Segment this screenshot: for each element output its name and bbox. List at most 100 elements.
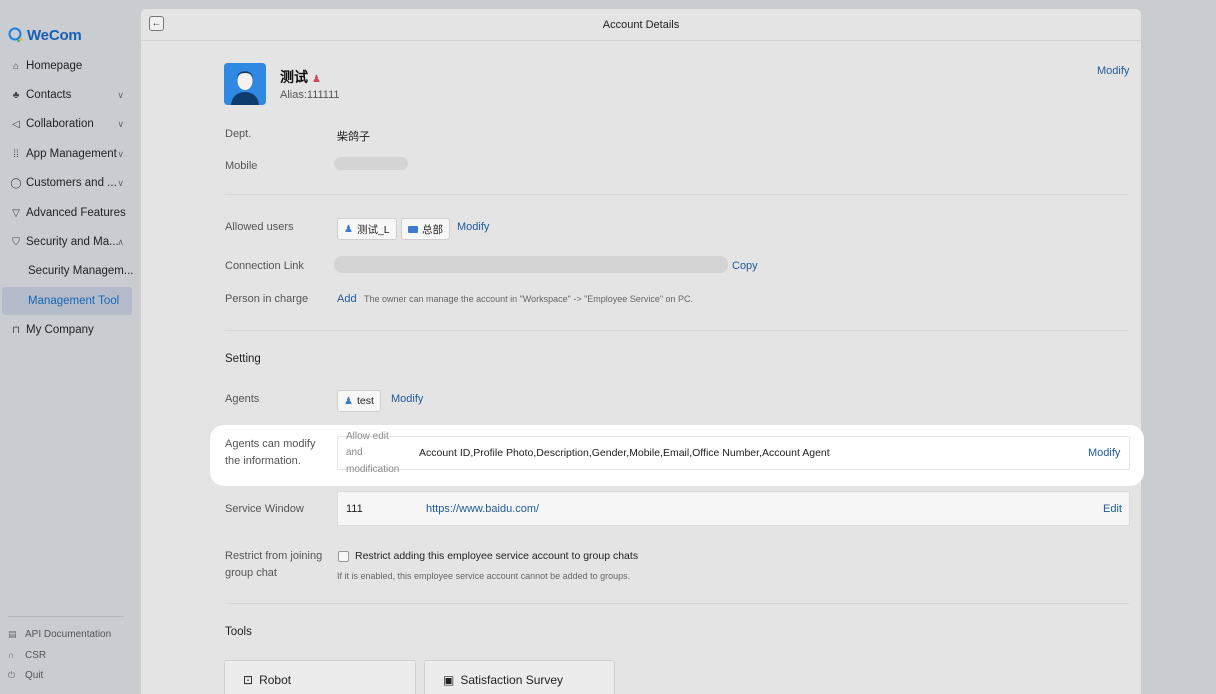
sidebar-item-management-tool[interactable]: Management Tool (2, 287, 132, 315)
tool-card-label: Satisfaction Survey (460, 673, 564, 687)
add-person-in-charge-link[interactable]: Add (337, 293, 357, 305)
apps-grid-icon: ⁞⁞ (13, 148, 19, 160)
wecom-logo-icon (8, 27, 23, 43)
chevron-down-icon: ∨ (117, 149, 124, 159)
chip-label: 测试_L (356, 223, 390, 236)
robot-icon: ⊡ (243, 673, 254, 687)
allowed-user-chip: ♟ 测试_L (337, 218, 397, 240)
avatar-person-icon (224, 63, 266, 105)
wecom-logo[interactable]: WeCom (8, 24, 82, 46)
footer-label: CSR (25, 649, 47, 661)
person-in-charge-label: Person in charge (225, 293, 309, 305)
sidebar-item-label: Advanced Features (26, 207, 126, 219)
setting-section-title: Setting (225, 353, 261, 365)
chat-bubble-icon: ◯ (10, 177, 22, 189)
footer-label: API Documentation (25, 628, 112, 640)
tool-card-label: Robot (259, 673, 292, 687)
agents-modify-link[interactable]: Modify (391, 393, 423, 405)
profile-name: 测试 ♟ (280, 67, 321, 87)
person-in-charge-hint: The owner can manage the account in "Wor… (364, 294, 694, 304)
restrict-label: Restrict from joining (225, 550, 323, 562)
header-bar: ← Account Details (141, 9, 1141, 41)
divider (225, 194, 1129, 195)
profile-modify-link[interactable]: Modify (1097, 65, 1129, 77)
quit-link[interactable]: ⏻ Quit (8, 667, 43, 683)
allow-edit-label-line3: modification (346, 464, 400, 475)
chip-label: test (356, 395, 374, 407)
service-window-edit-link[interactable]: Edit (1103, 503, 1122, 515)
allowed-department-chip: 总部 (401, 218, 450, 240)
sidebar-item-contacts[interactable]: ♣ Contacts ∨ (2, 81, 132, 109)
sidebar-item-label: Management Tool (28, 295, 120, 307)
dept-label: Dept. (225, 128, 252, 140)
survey-icon: ▣ (443, 673, 455, 687)
profile-alias: Alias:111111 (280, 89, 340, 101)
sidebar-item-label: Security Managem... (28, 265, 134, 277)
csr-link[interactable]: ∩ CSR (8, 647, 46, 663)
mobile-value-redacted (334, 157, 408, 170)
sidebar-item-security[interactable]: ⛉ Security and Ma... ∧ (2, 228, 132, 256)
person-badge-icon: ♟ (312, 74, 321, 85)
agents-can-modify-label-line2: the information. (225, 455, 301, 467)
divider (225, 603, 1129, 604)
restrict-hint: If it is enabled, this employee service … (337, 571, 631, 581)
sidebar-item-advanced-features[interactable]: ▽ Advanced Features (2, 199, 132, 227)
mobile-label: Mobile (225, 160, 258, 172)
dept-value: 柴鸽子 (337, 131, 370, 143)
main-panel: ← Account Details 测试 ♟ Alias:111111 Modif… (141, 9, 1144, 694)
profile-name-text: 测试 (280, 69, 308, 85)
chevron-up-icon: ∧ (117, 237, 124, 247)
page-title: Account Details (602, 19, 680, 31)
sidebar-divider (8, 616, 124, 617)
sidebar-item-homepage[interactable]: ⌂ Homepage (2, 52, 132, 80)
sidebar-item-label: My Company (26, 324, 94, 336)
logo-text: WeCom (27, 26, 82, 44)
allowed-fields-value: Account ID,Profile Photo,Description,Gen… (419, 447, 830, 459)
restrict-group-chat-checkbox[interactable] (338, 551, 349, 562)
copy-link-button[interactable]: Copy (732, 260, 758, 272)
satisfaction-survey-tool-card[interactable]: ▣ Satisfaction Survey (424, 660, 615, 694)
filter-icon: ▽ (12, 207, 20, 219)
footer-label: Quit (25, 669, 44, 681)
sidebar-item-my-company[interactable]: ⊓ My Company (2, 316, 132, 344)
allow-edit-label-line1: Allow edit (346, 431, 389, 442)
sidebar-item-label: Customers and ... (26, 177, 117, 189)
sidebar-item-customers[interactable]: ◯ Customers and ... ∨ (2, 169, 132, 197)
service-window-name: 111 (346, 503, 363, 515)
chevron-down-icon: ∨ (117, 90, 124, 100)
allowed-fields-modify-link[interactable]: Modify (1088, 447, 1120, 459)
agents-can-modify-label: Agents can modify (225, 438, 316, 450)
divider (225, 330, 1129, 331)
folder-icon (408, 225, 418, 233)
sidebar-item-app-management[interactable]: ⁞⁞ App Management ∨ (2, 140, 132, 168)
tools-section-title: Tools (225, 626, 252, 638)
service-window-url[interactable]: https://www.baidu.com/ (426, 503, 539, 515)
sidebar-item-collaboration[interactable]: ◁ Collaboration ∨ (2, 110, 132, 138)
sidebar-item-label: App Management (26, 148, 117, 160)
agents-label: Agents (225, 393, 260, 405)
collaboration-icon: ◁ (12, 118, 20, 130)
home-icon: ⌂ (12, 60, 20, 72)
api-documentation-link[interactable]: ▤ API Documentation (8, 626, 111, 642)
power-icon: ⏻ (8, 669, 16, 680)
sidebar-item-label: Security and Ma... (26, 236, 119, 248)
sidebar: WeCom ⌂ Homepage ♣ Contacts ∨ ◁ Collabor… (0, 0, 140, 694)
document-icon: ▤ (8, 628, 17, 639)
restrict-checkbox-label: Restrict adding this employee service ac… (355, 550, 639, 562)
allowed-users-label: Allowed users (225, 221, 294, 233)
sidebar-item-security-management[interactable]: Security Managem... (2, 257, 134, 285)
restrict-label-line2: group chat (225, 567, 277, 579)
sidebar-item-label: Homepage (26, 60, 83, 72)
allowed-users-modify-link[interactable]: Modify (457, 221, 489, 233)
sidebar-item-label: Collaboration (26, 118, 94, 130)
person-icon: ♟ (344, 395, 353, 407)
person-icon: ♟ (344, 223, 353, 235)
robot-tool-card[interactable]: ⊡ Robot (224, 660, 416, 694)
chip-label: 总部 (422, 223, 443, 236)
sidebar-item-label: Contacts (26, 89, 72, 101)
headset-icon: ∩ (8, 650, 15, 660)
allow-edit-label-line2: and (346, 447, 363, 458)
connection-link-redacted (334, 256, 728, 273)
company-icon: ⊓ (12, 324, 20, 336)
connection-link-label: Connection Link (225, 260, 304, 272)
